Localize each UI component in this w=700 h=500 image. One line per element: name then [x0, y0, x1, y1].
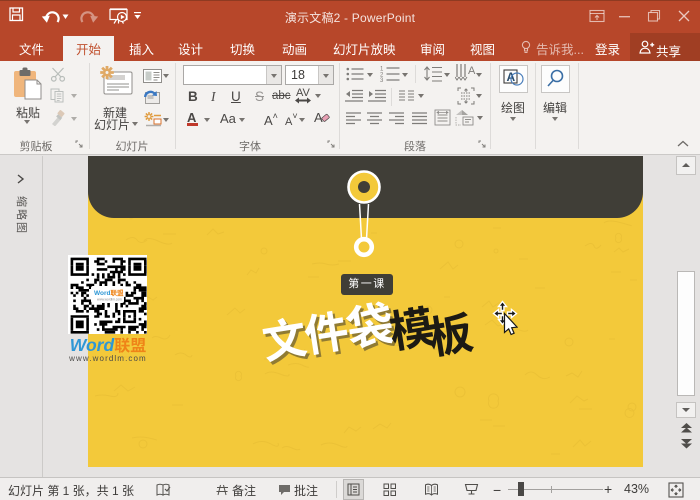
- svg-text:A: A: [468, 65, 476, 77]
- svg-text:www.wordlm.com: www.wordlm.com: [97, 298, 122, 302]
- svg-text:3: 3: [380, 78, 384, 82]
- svg-text:Word联盟: Word联盟: [94, 288, 124, 297]
- svg-text:A: A: [314, 110, 323, 125]
